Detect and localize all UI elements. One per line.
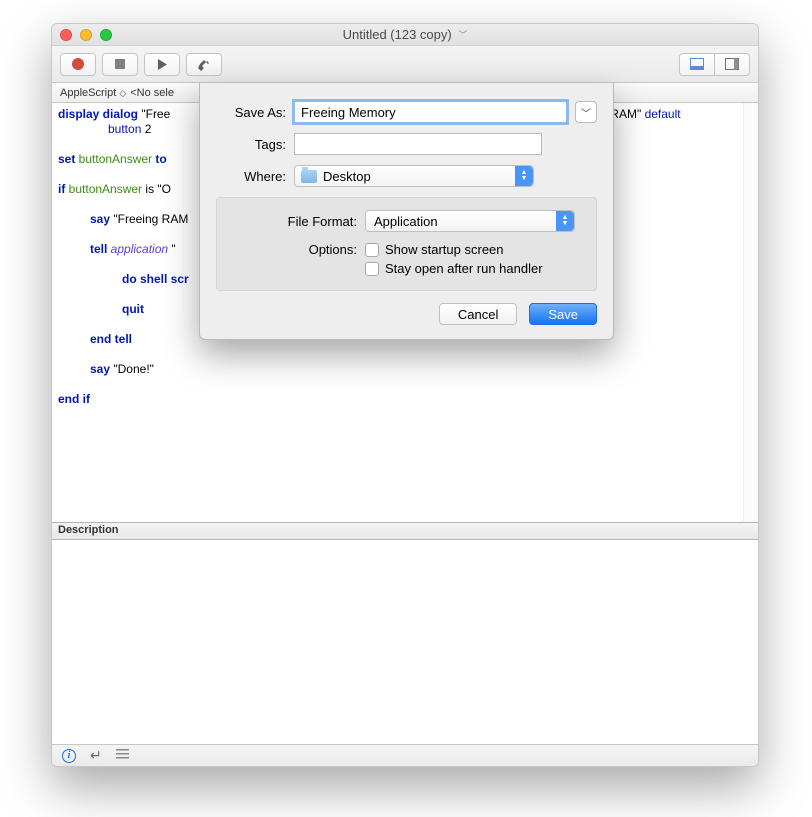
save-button[interactable]: Save [529, 303, 597, 325]
cancel-button[interactable]: Cancel [439, 303, 517, 325]
code-line: say "Done!" [58, 362, 752, 377]
chevron-down-icon: ﹀ [581, 105, 591, 120]
scrollbar[interactable] [743, 103, 758, 522]
description-header: Description [52, 523, 758, 540]
file-format-popup[interactable]: Application ▲▼ [365, 210, 575, 232]
save-as-label: Save As: [216, 105, 286, 120]
view-left-button[interactable] [679, 53, 715, 76]
popup-arrows-icon: ▲▼ [556, 211, 574, 231]
stay-open-checkbox[interactable] [365, 262, 379, 276]
record-icon [72, 58, 84, 70]
hammer-icon [198, 58, 211, 71]
selection-popup[interactable]: <No sele [130, 87, 174, 99]
view-right-button[interactable] [714, 53, 750, 76]
show-startup-label: Show startup screen [385, 242, 504, 257]
view-segmented [679, 53, 750, 76]
file-format-label: File Format: [229, 214, 357, 229]
save-as-field[interactable] [294, 101, 567, 123]
tags-label: Tags: [216, 137, 286, 152]
options-label: Options: [229, 242, 357, 257]
window-title[interactable]: Untitled (123 copy) ﹀ [52, 27, 758, 42]
file-format-value: Application [374, 214, 438, 229]
log-icon[interactable] [116, 748, 129, 763]
popup-arrows-icon: ▲▼ [515, 166, 533, 186]
stop-button[interactable] [102, 53, 138, 76]
where-label: Where: [216, 169, 286, 184]
window-title-text: Untitled (123 copy) [343, 27, 452, 42]
record-button[interactable] [60, 53, 96, 76]
where-value: Desktop [323, 169, 371, 184]
description-pane[interactable] [52, 540, 758, 744]
info-icon[interactable]: i [62, 749, 76, 763]
show-startup-checkbox[interactable] [365, 243, 379, 257]
run-button[interactable] [144, 53, 180, 76]
play-icon [157, 58, 168, 71]
status-bar: i ↵ [52, 744, 758, 766]
stop-icon [115, 59, 125, 69]
tags-field[interactable] [294, 133, 542, 155]
titlebar: Untitled (123 copy) ﹀ [52, 24, 758, 46]
compile-button[interactable] [186, 53, 222, 76]
language-popup[interactable]: AppleScript ◇ [60, 87, 124, 99]
pane-icon [690, 58, 704, 70]
save-dialog: Save As: ﹀ Tags: Where: Desktop ▲▼ File … [199, 83, 614, 340]
code-line: end if [58, 392, 752, 407]
folder-icon [301, 170, 317, 183]
stay-open-label: Stay open after run handler [385, 261, 543, 276]
result-icon[interactable]: ↵ [90, 747, 102, 764]
expand-save-button[interactable]: ﹀ [575, 101, 597, 123]
sidebar-icon [725, 58, 739, 70]
toolbar [52, 46, 758, 83]
format-options-group: File Format: Application ▲▼ Options: Sho… [216, 197, 597, 291]
where-popup[interactable]: Desktop ▲▼ [294, 165, 534, 187]
title-dropdown-icon: ﹀ [458, 30, 467, 40]
